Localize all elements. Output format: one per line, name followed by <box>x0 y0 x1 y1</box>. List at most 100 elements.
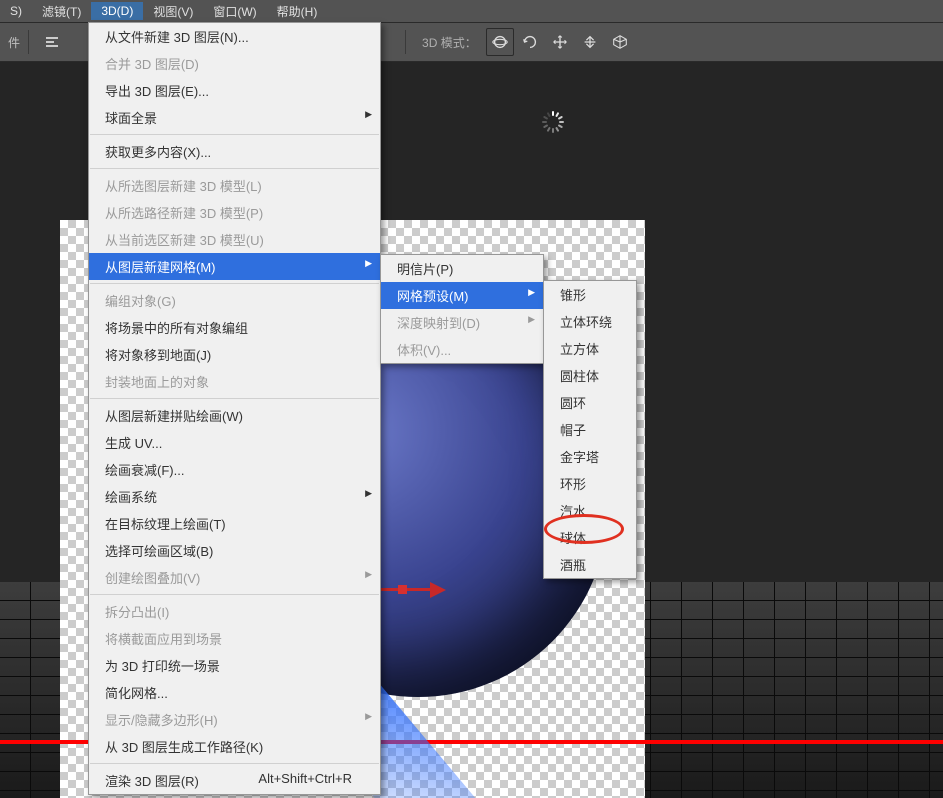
menu-item-label: 将场景中的所有对象编组 <box>105 318 248 337</box>
menu-window[interactable]: 窗口(W) <box>203 1 266 22</box>
menu-item[interactable]: 为 3D 打印统一场景 <box>89 652 380 679</box>
menu-item-label: 渲染 3D 图层(R) <box>105 771 199 790</box>
mode-label: 3D 模式： <box>422 34 477 51</box>
menu-item-label: 为 3D 打印统一场景 <box>105 656 220 675</box>
preset-item-label: 立体环绕 <box>560 312 612 331</box>
menu-item: 创建绘图叠加(V) <box>89 564 380 591</box>
menu-item-label: 显示/隐藏多边形(H) <box>105 710 218 729</box>
toolbar-left-label: 件 <box>8 34 20 51</box>
menu-item[interactable]: 在目标纹理上绘画(T) <box>89 510 380 537</box>
menu-separator <box>90 283 379 284</box>
submenu-item: 深度映射到(D) <box>381 309 543 336</box>
preset-item[interactable]: 圆柱体 <box>544 362 636 389</box>
menu-separator <box>90 168 379 169</box>
menu-item-label: 从当前选区新建 3D 模型(U) <box>105 230 264 249</box>
preset-item[interactable]: 金字塔 <box>544 443 636 470</box>
preset-item[interactable]: 环形 <box>544 470 636 497</box>
preset-item[interactable]: 圆环 <box>544 389 636 416</box>
menu-item-label: 从文件新建 3D 图层(N)... <box>105 27 249 46</box>
menu-item-label: 绘画系统 <box>105 487 157 506</box>
submenu-item-label: 深度映射到(D) <box>397 313 480 332</box>
menu-item[interactable]: 选择可绘画区域(B) <box>89 537 380 564</box>
menu-separator <box>90 763 379 764</box>
menu-item-label: 在目标纹理上绘画(T) <box>105 514 226 533</box>
menu-item[interactable]: 将场景中的所有对象编组 <box>89 314 380 341</box>
menu-3d-dropdown: 从文件新建 3D 图层(N)... 合并 3D 图层(D) 导出 3D 图层(E).… <box>88 22 381 795</box>
menu-item-label: 简化网格... <box>105 683 168 702</box>
menu-item: 合并 3D 图层(D) <box>89 50 380 77</box>
menu-item[interactable]: 获取更多内容(X)... <box>89 138 380 165</box>
menu-item-label: 将横截面应用到场景 <box>105 629 222 648</box>
menu-item-label: 导出 3D 图层(E)... <box>105 81 209 100</box>
preset-item-label: 圆环 <box>560 393 586 412</box>
preset-item[interactable]: 球体 <box>544 524 636 551</box>
menu-filter[interactable]: 滤镜(T) <box>32 1 91 22</box>
menu-item[interactable]: 从图层新建网格(M) <box>89 253 380 280</box>
preset-item-label: 立方体 <box>560 339 599 358</box>
menu-item[interactable]: 生成 UV... <box>89 429 380 456</box>
rotate-icon[interactable] <box>516 28 544 56</box>
submenu-item: 体积(V)... <box>381 336 543 363</box>
menu-item[interactable]: 球面全景 <box>89 104 380 131</box>
align-icon[interactable] <box>38 28 66 56</box>
preset-item-label: 球体 <box>560 528 586 547</box>
menu-item-label: 从图层新建网格(M) <box>105 257 216 276</box>
preset-item[interactable]: 立方体 <box>544 335 636 362</box>
menu-s[interactable]: S) <box>0 2 32 20</box>
menu-item[interactable]: 绘画系统 <box>89 483 380 510</box>
preset-item-label: 圆柱体 <box>560 366 599 385</box>
preset-item[interactable]: 立体环绕 <box>544 308 636 335</box>
menu-item: 显示/隐藏多边形(H) <box>89 706 380 733</box>
toolbar-separator <box>405 30 406 54</box>
preset-item-label: 汽水 <box>560 501 586 520</box>
menu-item: 从所选路径新建 3D 模型(P) <box>89 199 380 226</box>
menu-item[interactable]: 从文件新建 3D 图层(N)... <box>89 23 380 50</box>
menu-item-label: 球面全景 <box>105 108 157 127</box>
preset-item[interactable]: 帽子 <box>544 416 636 443</box>
menu-item-label: 从 3D 图层生成工作路径(K) <box>105 737 263 756</box>
menu-3d[interactable]: 3D(D) <box>91 2 143 20</box>
menu-item[interactable]: 将对象移到地面(J) <box>89 341 380 368</box>
menu-help[interactable]: 帮助(H) <box>267 1 328 22</box>
preset-item[interactable]: 酒瓶 <box>544 551 636 578</box>
x-axis-manipulator[interactable] <box>370 584 450 596</box>
preset-item[interactable]: 锥形 <box>544 281 636 308</box>
menu-item[interactable]: 从图层新建拼贴绘画(W) <box>89 402 380 429</box>
menu-item-label: 合并 3D 图层(D) <box>105 54 199 73</box>
menu-item-label: 编组对象(G) <box>105 291 176 310</box>
orbit-icon[interactable] <box>486 28 514 56</box>
preset-item-label: 金字塔 <box>560 447 599 466</box>
menu-item[interactable]: 从 3D 图层生成工作路径(K) <box>89 733 380 760</box>
submenu-item[interactable]: 网格预设(M) <box>381 282 543 309</box>
scale-icon[interactable] <box>606 28 634 56</box>
pan-icon[interactable] <box>546 28 574 56</box>
menu-item-label: 拆分凸出(I) <box>105 602 169 621</box>
preset-item-label: 酒瓶 <box>560 555 586 574</box>
loading-spinner-icon <box>541 110 565 134</box>
menu-item: 编组对象(G) <box>89 287 380 314</box>
preset-item-label: 帽子 <box>560 420 586 439</box>
menu-item-label: 获取更多内容(X)... <box>105 142 211 161</box>
menu-item-label: 生成 UV... <box>105 433 162 452</box>
menu-item-label: 创建绘图叠加(V) <box>105 568 200 587</box>
menu-item-label: 从图层新建拼贴绘画(W) <box>105 406 243 425</box>
menu-item-label: 从所选图层新建 3D 模型(L) <box>105 176 262 195</box>
submenu-item[interactable]: 明信片(P) <box>381 255 543 282</box>
menu-item-label: 选择可绘画区域(B) <box>105 541 213 560</box>
menu-view[interactable]: 视图(V) <box>143 1 203 22</box>
menu-item[interactable]: 简化网格... <box>89 679 380 706</box>
menu-item[interactable]: 渲染 3D 图层(R)Alt+Shift+Ctrl+R <box>89 767 380 794</box>
slide-icon[interactable] <box>576 28 604 56</box>
menu-item[interactable]: 导出 3D 图层(E)... <box>89 77 380 104</box>
menu-item: 将横截面应用到场景 <box>89 625 380 652</box>
submenu-mesh-preset: 锥形立体环绕立方体圆柱体圆环帽子金字塔环形汽水球体酒瓶 <box>543 280 637 579</box>
toolbar-separator <box>28 30 29 54</box>
menu-item: 封装地面上的对象 <box>89 368 380 395</box>
menu-item: 从所选图层新建 3D 模型(L) <box>89 172 380 199</box>
menu-separator <box>90 398 379 399</box>
preset-item-label: 环形 <box>560 474 586 493</box>
menu-item: 从当前选区新建 3D 模型(U) <box>89 226 380 253</box>
menu-item[interactable]: 绘画衰减(F)... <box>89 456 380 483</box>
menu-item: 拆分凸出(I) <box>89 598 380 625</box>
preset-item[interactable]: 汽水 <box>544 497 636 524</box>
